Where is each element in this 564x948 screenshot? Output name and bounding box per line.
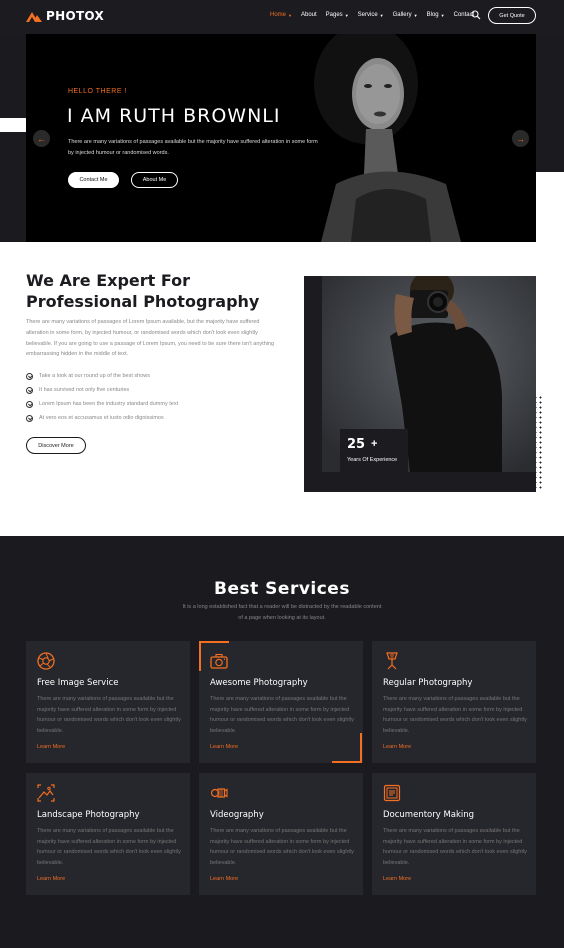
landscape-icon	[37, 784, 55, 802]
services-title: Best Services	[214, 579, 350, 599]
logo[interactable]: PHOTOX	[26, 9, 104, 23]
mountain-logo-icon	[26, 12, 42, 22]
list-item: Take a look at our round up of the best …	[26, 369, 178, 383]
card-description: There are many variations of passages av…	[37, 696, 181, 734]
about-me-button[interactable]: About Me	[131, 172, 178, 188]
card-accent-border	[199, 641, 229, 671]
about-title: We Are Expert For Professional Photograp…	[26, 271, 260, 311]
nav-home[interactable]: Home ▼	[270, 12, 292, 18]
service-card: Landscape Photography There are many var…	[26, 773, 190, 895]
checklist-text: Lorem Ipsum has been the industry standa…	[39, 401, 179, 407]
card-title: Documentory Making	[383, 810, 475, 820]
service-card: Regular Photography There are many varia…	[372, 641, 536, 763]
service-card: Videography There are many variations of…	[199, 773, 363, 895]
nav-about[interactable]: About	[301, 12, 317, 18]
card-title: Regular Photography	[383, 678, 473, 688]
light-stand-icon	[386, 652, 398, 670]
nav-blog-label: Blog	[426, 12, 439, 18]
logo-text: PHOTOX	[46, 9, 105, 23]
hero-slider: HELLO THERE ! I AM RUTH BROWNLI There ar…	[26, 34, 536, 242]
check-circle-icon	[26, 400, 33, 408]
nav-about-label: About	[300, 12, 317, 18]
hero-portrait-image	[296, 34, 476, 242]
nav-service[interactable]: Service ▼	[358, 12, 384, 18]
services-subtitle: It is a long established fact that a rea…	[182, 604, 382, 621]
learn-more-link[interactable]: Learn More	[37, 876, 65, 882]
chevron-down-icon: ▼	[379, 12, 384, 18]
hero-title: I AM RUTH BROWNLI	[67, 105, 281, 127]
feature-checklist: Take a look at our round up of the best …	[26, 369, 178, 425]
check-circle-icon	[26, 386, 33, 394]
card-title: Videography	[210, 810, 264, 820]
chevron-down-icon: ▼	[413, 12, 418, 18]
card-description: There are many variations of passages av…	[210, 696, 354, 734]
check-circle-icon	[26, 414, 33, 422]
card-description: There are many variations of passages av…	[383, 828, 527, 866]
film-icon	[383, 784, 401, 802]
slider-prev-arrow-icon[interactable]: ←	[33, 130, 50, 147]
card-description: There are many variations of passages av…	[37, 828, 181, 866]
chevron-down-icon: ▼	[288, 12, 292, 18]
nav-home-label: Home	[270, 12, 287, 18]
service-card: Documentory Making There are many variat…	[372, 773, 536, 895]
experience-label: Years Of Experience	[347, 457, 398, 463]
nav-pages-label: Pages	[325, 12, 343, 18]
experience-plus: +	[371, 438, 378, 450]
learn-more-link[interactable]: Learn More	[37, 744, 65, 750]
discover-more-button[interactable]: Discover More	[26, 437, 86, 454]
nav-gallery[interactable]: Gallery ▼	[393, 12, 418, 18]
nav-blog[interactable]: Blog ▼	[427, 12, 445, 18]
aperture-icon	[37, 652, 55, 670]
experience-number: 25	[347, 437, 366, 452]
nav-gallery-label: Gallery	[392, 12, 412, 18]
card-title: Awesome Photography	[210, 678, 308, 688]
chevron-down-icon: ▼	[344, 12, 349, 18]
learn-more-link[interactable]: Learn More	[210, 876, 238, 882]
checklist-text: Take a look at our round up of the best …	[39, 373, 150, 379]
learn-more-link[interactable]: Learn More	[210, 744, 238, 750]
slider-next-arrow-icon[interactable]: →	[512, 130, 529, 147]
card-title: Free Image Service	[37, 678, 119, 688]
learn-more-link[interactable]: Learn More	[383, 744, 411, 750]
about-description: There are many variations of passages of…	[26, 319, 275, 358]
main-nav: Home ▼ About Pages ▼ Service ▼ Gallery ▼ Blo…	[270, 12, 474, 18]
list-item: At vero eos et accusamus et iusto odio d…	[26, 411, 178, 425]
checklist-text: It has survived not only five centuries	[39, 387, 130, 393]
hero-greeting: HELLO THERE !	[68, 88, 127, 95]
card-description: There are many variations of passages av…	[383, 696, 527, 734]
nav-service-label: Service	[357, 12, 378, 18]
card-accent-border	[332, 733, 362, 763]
learn-more-link[interactable]: Learn More	[383, 876, 411, 882]
chevron-down-icon: ▼	[440, 12, 445, 18]
contact-me-button[interactable]: Contact Me	[68, 172, 119, 188]
card-title: Landscape Photography	[37, 810, 140, 820]
list-item: Lorem Ipsum has been the industry standa…	[26, 397, 178, 411]
service-card: Free Image Service There are many variat…	[26, 641, 190, 763]
hero-description: There are many variations of passages av…	[68, 139, 318, 156]
card-description: There are many variations of passages av…	[210, 828, 354, 866]
decorative-shape	[536, 172, 564, 247]
checklist-text: At vero eos et accusamus et iusto odio d…	[39, 415, 164, 421]
list-item: It has survived not only five centuries	[26, 383, 178, 397]
check-circle-icon	[26, 372, 33, 380]
video-camera-icon	[210, 788, 228, 798]
get-quote-button[interactable]: Get Quote	[488, 7, 536, 24]
search-icon[interactable]	[471, 10, 481, 20]
nav-pages[interactable]: Pages ▼	[326, 12, 349, 18]
